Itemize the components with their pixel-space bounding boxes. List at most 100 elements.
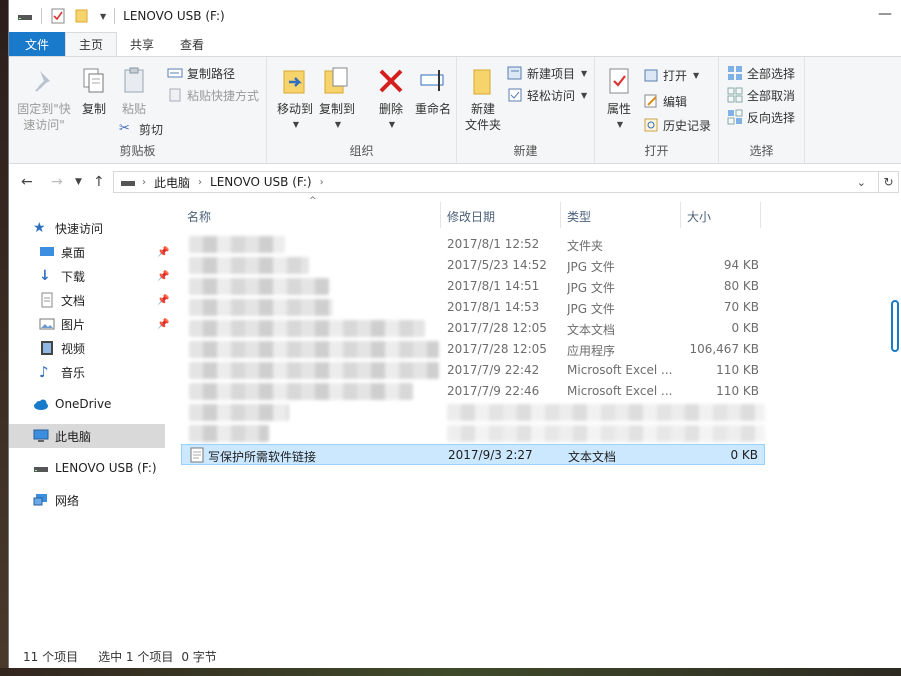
invert-selection-icon xyxy=(727,109,743,125)
redacted-file-name xyxy=(189,320,425,337)
edit-label: 编辑 xyxy=(663,94,688,109)
up-arrow-icon[interactable]: ↑ xyxy=(93,174,105,190)
column-header-type[interactable]: 类型 xyxy=(567,206,591,226)
desktop-background-bottom xyxy=(0,668,901,676)
address-dropdown-icon[interactable]: ⌄ xyxy=(857,176,866,189)
toolbar-divider xyxy=(41,8,42,24)
file-row[interactable]: 2017/5/23 14:52 JPG 文件 94 KB xyxy=(181,255,765,276)
tab-view[interactable]: 查看 xyxy=(167,32,217,56)
file-row[interactable]: 2017/8/1 12:52 文件夹 xyxy=(181,234,765,255)
nav-documents[interactable]: 文档 📌 xyxy=(39,288,195,312)
properties-check-icon[interactable] xyxy=(50,8,66,24)
file-row[interactable]: 2017/8/1 14:51 JPG 文件 80 KB xyxy=(181,276,765,297)
column-header-name[interactable]: 名称 xyxy=(187,206,211,226)
nav-pictures[interactable]: 图片 📌 xyxy=(39,312,195,336)
column-divider[interactable] xyxy=(760,202,761,228)
redacted-file-name xyxy=(189,278,329,295)
pin-label-line2: 速访问" xyxy=(23,118,65,132)
easy-access-dropdown-icon[interactable]: ▼ xyxy=(581,91,587,100)
nav-network[interactable]: 网络 xyxy=(33,488,189,512)
file-size: 94 KB xyxy=(723,258,759,272)
copy-to-dropdown-icon[interactable]: ▼ xyxy=(319,117,357,133)
select-none-button[interactable]: 全部取消 xyxy=(727,85,795,105)
nav-music[interactable]: ♪ 音乐 xyxy=(39,360,195,384)
column-header-date[interactable]: 修改日期 xyxy=(447,206,495,226)
window-control-icon[interactable]: — xyxy=(878,6,892,22)
file-row[interactable]: 2017/8/1 14:53 JPG 文件 70 KB xyxy=(181,297,765,318)
copy-button[interactable]: 复制 xyxy=(77,63,111,117)
new-item-dropdown-icon[interactable]: ▼ xyxy=(581,69,587,78)
file-row[interactable] xyxy=(181,423,765,444)
file-name: 写保护所需软件链接 xyxy=(208,450,317,464)
organize-group-label: 组织 xyxy=(349,144,374,158)
paste-button[interactable]: 粘贴 xyxy=(117,63,151,117)
address-bar[interactable]: › 此电脑 › LENOVO USB (F:) › ⌄ xyxy=(113,171,879,193)
column-divider[interactable] xyxy=(440,202,441,228)
column-divider[interactable] xyxy=(560,202,561,228)
forward-arrow-icon[interactable]: → xyxy=(51,174,63,190)
move-to-dropdown-icon[interactable]: ▼ xyxy=(277,117,315,133)
file-row[interactable]: 2017/7/9 22:46 Microsoft Excel ... 110 K… xyxy=(181,381,765,402)
tab-share[interactable]: 共享 xyxy=(117,32,167,56)
nav-this-pc[interactable]: 此电脑 xyxy=(9,424,165,448)
file-row[interactable]: 2017/7/28 12:05 应用程序 106,467 KB xyxy=(181,339,765,360)
copy-path-button[interactable]: 复制路径 xyxy=(167,63,235,83)
redacted-file-name xyxy=(189,362,439,379)
breadcrumb-usb-drive[interactable]: LENOVO USB (F:) xyxy=(210,175,312,189)
delete-dropdown-icon[interactable]: ▼ xyxy=(373,117,411,133)
cut-button[interactable]: ✂ 剪切 xyxy=(119,119,163,139)
select-all-button[interactable]: 全部选择 xyxy=(727,63,795,83)
nav-videos[interactable]: 视频 xyxy=(39,336,195,360)
navigation-bar: ← → ▼ ↑ › 此电脑 › LENOVO USB (F:) › ⌄ ↻ xyxy=(9,164,901,200)
ribbon-tabs: 文件 主页 共享 查看 xyxy=(9,32,901,56)
move-to-button[interactable]: 移动到 ▼ xyxy=(275,63,315,133)
customize-toolbar-dropdown-icon[interactable]: ▼ xyxy=(100,12,106,21)
delete-button[interactable]: 删除 ▼ xyxy=(371,63,411,133)
rename-button[interactable]: 重命名 xyxy=(413,63,453,117)
file-row[interactable] xyxy=(181,402,765,423)
file-row-selected[interactable]: 写保护所需软件链接 2017/9/3 2:27 文本文档 0 KB xyxy=(181,444,765,465)
new-folder-icon[interactable] xyxy=(74,8,90,24)
column-divider[interactable] xyxy=(680,202,681,228)
nav-usb-drive[interactable]: LENOVO USB (F:) xyxy=(33,456,189,480)
breadcrumb-separator-icon[interactable]: › xyxy=(142,177,146,188)
new-folder-button[interactable]: 新建 文件夹 xyxy=(463,63,503,133)
tab-file[interactable]: 文件 xyxy=(9,32,65,56)
redacted-file-name xyxy=(189,404,289,421)
invert-selection-button[interactable]: 反向选择 xyxy=(727,107,795,127)
nav-downloads[interactable]: ↓ 下载 📌 xyxy=(39,264,195,288)
breadcrumb-separator-icon[interactable]: › xyxy=(320,177,324,188)
copy-to-button[interactable]: 复制到 ▼ xyxy=(317,63,357,133)
clipboard-group: 固定到"快 速访问" 复制 粘贴 复制路径 粘贴快捷方式 ✂ 剪切 剪贴板 xyxy=(9,57,267,163)
nav-onedrive[interactable]: OneDrive xyxy=(33,392,189,416)
edit-button[interactable]: 编辑 xyxy=(643,91,687,111)
tab-home[interactable]: 主页 xyxy=(65,32,118,56)
properties-dropdown-icon[interactable]: ▼ xyxy=(601,117,639,133)
paste-shortcut-button[interactable]: 粘贴快捷方式 xyxy=(167,85,259,105)
redacted-file-details xyxy=(447,404,765,421)
open-button[interactable]: 打开 ▼ xyxy=(643,65,699,85)
new-folder-icon xyxy=(473,69,491,95)
column-header-size[interactable]: 大小 xyxy=(687,206,711,226)
refresh-icon[interactable]: ↻ xyxy=(879,171,899,193)
star-icon: ★ xyxy=(33,220,46,236)
file-row[interactable]: 2017/7/9 22:42 Microsoft Excel ... 110 K… xyxy=(181,360,765,381)
scrollbar-thumb[interactable] xyxy=(891,300,899,352)
file-row[interactable]: 2017/7/28 12:05 文本文档 0 KB xyxy=(181,318,765,339)
nav-desktop[interactable]: 桌面 📌 xyxy=(39,240,195,264)
open-dropdown-icon[interactable]: ▼ xyxy=(693,71,699,80)
breadcrumb-separator-icon[interactable]: › xyxy=(198,177,202,188)
easy-access-button[interactable]: 轻松访问 ▼ xyxy=(507,85,587,105)
properties-button[interactable]: 属性 ▼ xyxy=(599,63,639,133)
new-item-button[interactable]: 新建项目 ▼ xyxy=(507,63,587,83)
recent-locations-dropdown-icon[interactable]: ▼ xyxy=(75,177,82,187)
rename-icon xyxy=(420,70,444,91)
back-arrow-icon[interactable]: ← xyxy=(21,174,33,190)
file-type: JPG 文件 xyxy=(567,260,615,274)
selection-size: 0 字节 xyxy=(181,649,217,664)
breadcrumb-this-pc[interactable]: 此电脑 xyxy=(154,174,190,191)
history-button[interactable]: 历史记录 xyxy=(643,115,711,135)
pin-to-quick-access-button[interactable]: 固定到"快 速访问" xyxy=(13,63,75,133)
nav-quick-access[interactable]: ★ 快速访问 xyxy=(33,216,189,240)
file-size: 0 KB xyxy=(731,321,759,335)
